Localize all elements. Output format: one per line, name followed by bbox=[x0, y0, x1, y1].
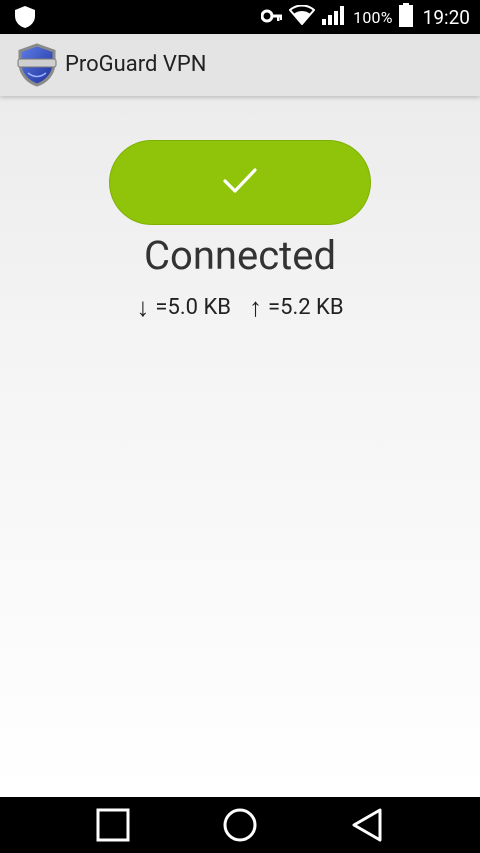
battery-icon bbox=[398, 3, 413, 31]
upload-arrow-icon: ↑ bbox=[249, 293, 262, 323]
proguard-shield-logo bbox=[16, 43, 58, 91]
recents-button[interactable] bbox=[96, 807, 130, 847]
connection-status: Connected bbox=[143, 232, 337, 279]
back-button[interactable] bbox=[350, 807, 384, 847]
app-bar: ProGuard VPN bbox=[0, 34, 480, 96]
traffic-stats: ↓ =5.0 KB ↑ =5.2 KB bbox=[0, 292, 480, 323]
vpn-key-icon bbox=[260, 8, 283, 27]
app-title: ProGuard VPN bbox=[65, 52, 207, 77]
main-content: Connected ↓ =5.0 KB ↑ =5.2 KB bbox=[0, 96, 480, 797]
checkmark-icon bbox=[222, 167, 258, 199]
status-bar: 100% 19:20 bbox=[0, 0, 480, 34]
wifi-icon bbox=[288, 4, 316, 29]
navigation-bar bbox=[0, 797, 480, 853]
download-arrow-icon: ↓ bbox=[136, 293, 150, 323]
home-button[interactable] bbox=[222, 807, 258, 847]
connect-toggle-button[interactable] bbox=[109, 140, 371, 225]
clock: 19:20 bbox=[422, 5, 470, 29]
signal-icon bbox=[321, 4, 347, 30]
download-value: =5.0 KB bbox=[155, 295, 231, 320]
shield-icon bbox=[14, 5, 36, 33]
battery-percent: 100% bbox=[353, 7, 393, 27]
upload-value: =5.2 KB bbox=[268, 295, 344, 320]
